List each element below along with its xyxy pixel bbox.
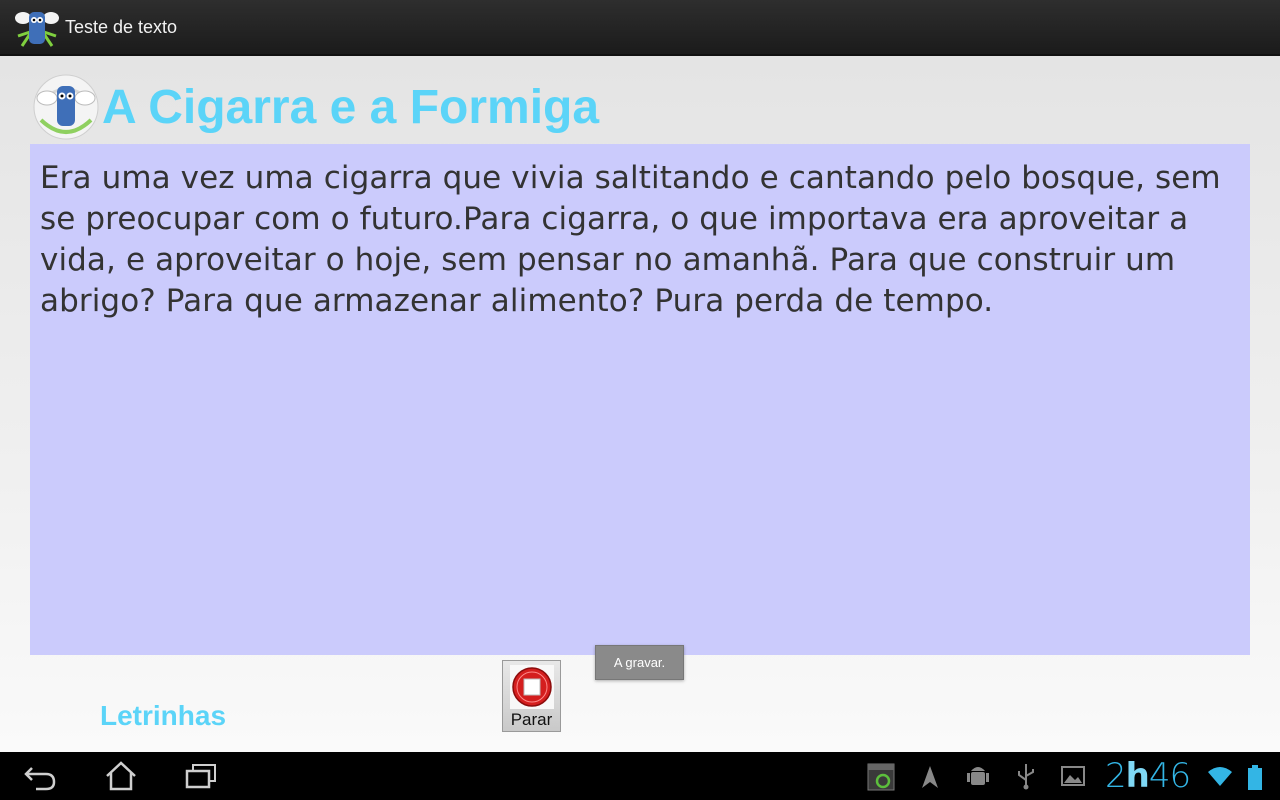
- clock-separator: h: [1125, 756, 1150, 796]
- stop-button-label: Parar: [510, 710, 553, 729]
- stop-button[interactable]: Parar: [502, 660, 561, 732]
- home-icon[interactable]: [104, 760, 138, 792]
- app-title: Teste de texto: [65, 17, 178, 37]
- mascot-icon[interactable]: [14, 6, 60, 50]
- clock[interactable]: 2h46: [1105, 756, 1191, 796]
- gallery-icon[interactable]: [1060, 764, 1086, 788]
- stop-record-icon: [510, 665, 554, 709]
- mascot-logo-icon: [33, 74, 99, 140]
- story-text: Era uma vez uma cigarra que vivia saltit…: [40, 160, 1221, 319]
- battery-icon[interactable]: [1246, 764, 1264, 792]
- story-text-box[interactable]: Era uma vez uma cigarra que vivia saltit…: [30, 144, 1250, 655]
- android-debug-icon[interactable]: [964, 762, 992, 790]
- story-title: A Cigarra e a Formiga: [102, 81, 600, 134]
- clock-minutes: 46: [1148, 756, 1191, 796]
- navigation-icon[interactable]: [918, 764, 942, 790]
- usb-icon[interactable]: [1014, 762, 1038, 790]
- clock-hour: 2: [1105, 756, 1127, 796]
- recording-toast: A gravar.: [595, 645, 684, 680]
- content-area: A Cigarra e a Formiga Era uma vez uma ci…: [0, 56, 1280, 752]
- brand-label: Letrinhas: [100, 700, 227, 731]
- system-bar: 2h46: [0, 752, 1280, 800]
- screenshot-icon[interactable]: [866, 762, 896, 792]
- action-bar: Teste de texto: [0, 0, 1280, 56]
- recent-apps-icon[interactable]: [184, 762, 218, 790]
- back-icon[interactable]: [22, 762, 58, 792]
- wifi-icon[interactable]: [1206, 764, 1234, 788]
